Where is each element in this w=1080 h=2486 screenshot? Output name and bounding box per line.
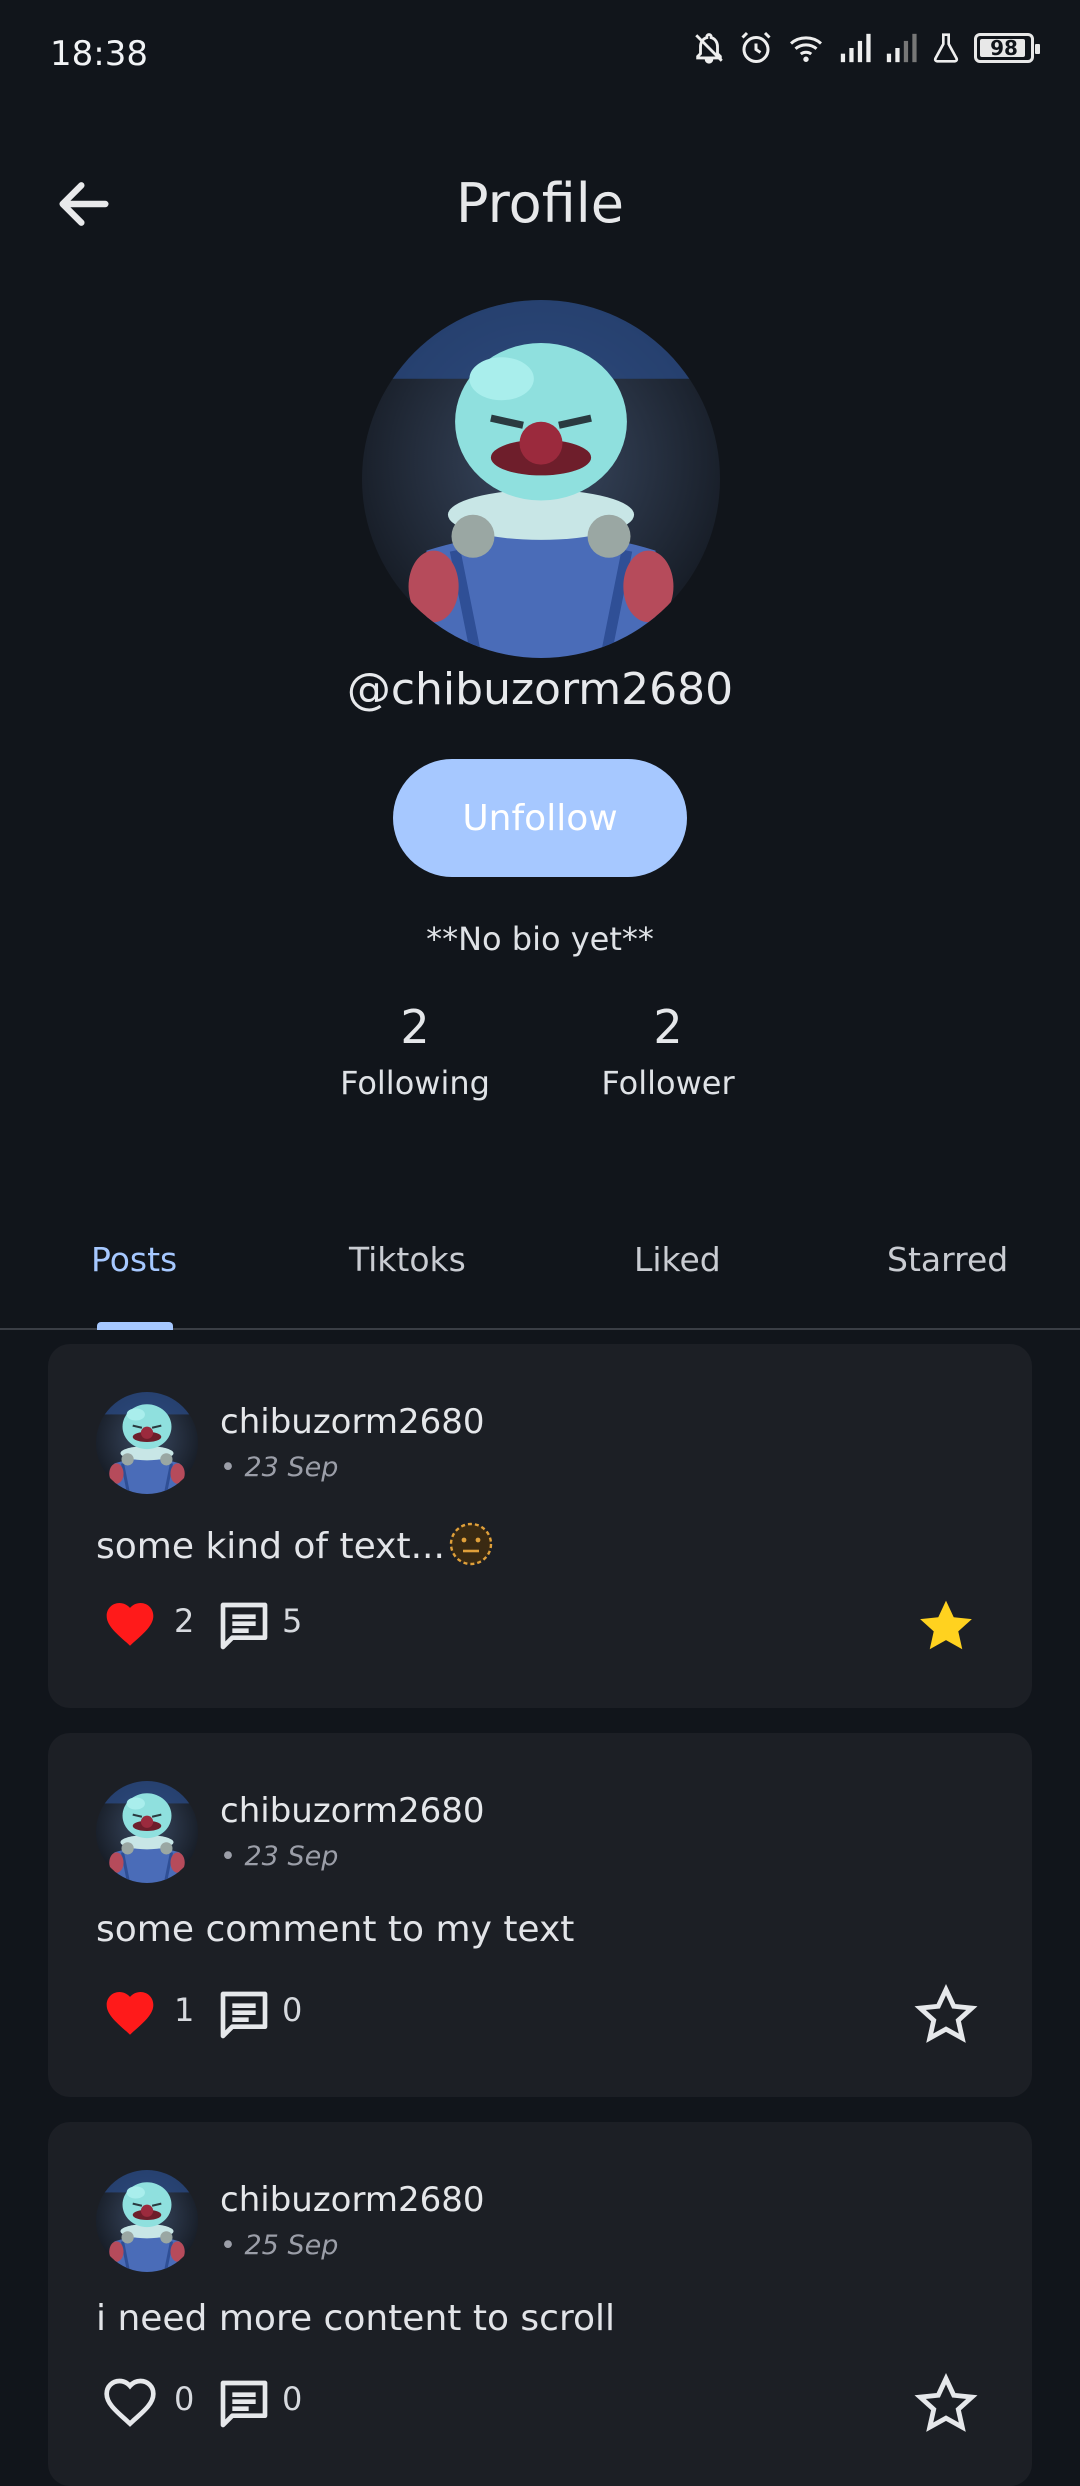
battery-icon: 98 [974,33,1040,63]
alarm-icon [741,31,771,63]
status-bar: 18:38 98 [0,0,1080,110]
heart-filled-icon[interactable] [102,1985,158,2041]
comment-count: 0 [282,2380,303,2418]
battery-level: 98 [990,36,1018,60]
like-count: 0 [174,2380,195,2418]
status-icons: 98 [692,30,1040,66]
post-date: • 25 Sep [220,2230,339,2261]
post-card[interactable]: chibuzorm2680 • 23 Sep some kind of text… [48,1344,1032,1708]
heart-outline-icon[interactable] [102,2374,158,2430]
post-author[interactable]: chibuzorm2680 [220,1791,485,1831]
following-count: 2 [400,1000,430,1054]
star-outline-icon[interactable] [914,2372,978,2436]
post-date: • 23 Sep [220,1841,339,1872]
star-filled-icon[interactable] [914,1594,978,1658]
star-outline-icon[interactable] [914,1983,978,2047]
tab-starred[interactable]: Starred [887,1240,1008,1279]
unfollow-button[interactable]: Unfollow [393,759,687,877]
wifi-icon [789,36,823,62]
post-card[interactable]: chibuzorm2680 • 25 Sep i need more conte… [48,2122,1032,2486]
post-text: some kind of text... [96,1520,495,1568]
heart-filled-icon[interactable] [102,1596,158,1652]
signal-icon [840,33,871,63]
comment-icon[interactable] [216,1598,272,1654]
neutral-face-icon [449,1522,493,1566]
tab-posts[interactable]: Posts [91,1240,177,1279]
bell-off-icon [695,33,723,64]
post-card[interactable]: chibuzorm2680 • 23 Sep some comment to m… [48,1733,1032,2097]
post-avatar[interactable] [96,2170,198,2272]
post-text: some comment to my text [96,1909,575,1950]
like-count: 1 [174,1991,195,2029]
flask-icon [933,33,959,63]
follower-stat[interactable]: 2 Follower [568,1000,768,1102]
comment-count: 5 [282,1602,303,1640]
profile-username: @chibuzorm2680 [346,664,734,715]
post-avatar[interactable] [96,1781,198,1883]
follower-count: 2 [653,1000,683,1054]
following-label: Following [340,1064,490,1102]
post-date: • 23 Sep [220,1452,339,1483]
like-count: 2 [174,1602,195,1640]
post-author[interactable]: chibuzorm2680 [220,1402,485,1442]
tab-liked[interactable]: Liked [634,1240,721,1279]
page-title: Profile [456,172,624,235]
status-time: 18:38 [50,34,148,74]
post-text: i need more content to scroll [96,2298,615,2339]
signal-weak-icon [886,33,917,63]
comment-icon[interactable] [216,1987,272,2043]
tab-tiktoks[interactable]: Tiktoks [349,1240,466,1279]
comment-count: 0 [282,1991,303,2029]
post-text-content: some kind of text... [96,1526,445,1567]
tab-indicator [97,1322,173,1330]
profile-bio: **No bio yet** [426,920,654,958]
follower-label: Follower [601,1064,735,1102]
following-stat[interactable]: 2 Following [315,1000,515,1102]
profile-tabs: Posts Tiktoks Liked Starred [0,1230,1080,1330]
post-avatar[interactable] [96,1392,198,1494]
post-author[interactable]: chibuzorm2680 [220,2180,485,2220]
profile-avatar [362,300,720,658]
comment-icon[interactable] [216,2376,272,2432]
